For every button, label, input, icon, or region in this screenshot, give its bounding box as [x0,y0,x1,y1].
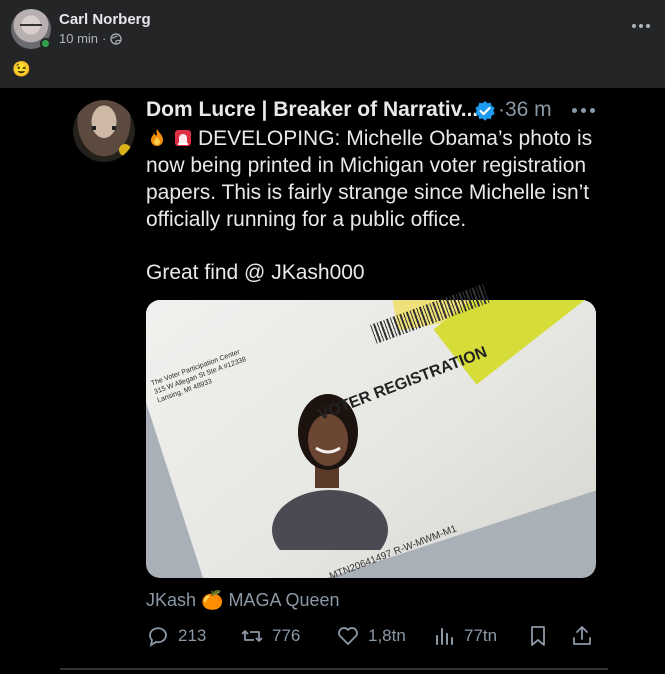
like-action: 1,8tn [336,624,406,648]
tweet-action-bar: 213 776 1,8tn 77tn [146,624,598,652]
tweet-line-3: papers. This is fairly strange since Mic… [146,181,590,204]
dot-icon [632,24,636,28]
repost-action: 776 [240,624,300,648]
tweet-byline: JKash 🍊 MAGA Queen [146,590,340,610]
views-action: 77tn [432,624,497,648]
online-status-dot [40,38,51,49]
meta-separator: · [102,31,107,46]
bookmark-icon [531,626,545,646]
tweet-time: ·36 m [498,98,552,121]
siren-emoji-icon [175,130,191,146]
post-meta: 10 min · [59,31,123,46]
post-header: Carl Norberg 10 min · 😉 [0,0,665,88]
views-chart-icon [436,628,453,645]
fire-emoji-icon [151,129,163,146]
tweet-line-1-text: DEVELOPING: Michelle Obama’s photo is [198,127,593,150]
post-time[interactable]: 10 min [59,31,98,46]
divider [60,668,608,670]
share-action [570,624,594,648]
tweet-line-4: officially running for a public office. [146,208,467,231]
share-icon [573,626,591,645]
dot-icon [646,24,650,28]
reply-count: 213 [178,626,207,645]
author-name[interactable]: Carl Norberg [59,11,151,28]
post-options-button[interactable] [627,14,655,38]
repost-icon [241,630,263,642]
like-count: 1,8tn [368,626,406,645]
tweet-text: DEVELOPING: Michelle Obama’s photo is no… [146,125,606,233]
verified-badge-icon [475,101,495,121]
post-caption: 😉 [12,61,31,78]
globe-icon[interactable] [110,32,123,45]
heart-icon [338,627,358,645]
tweet-line-2: now being printed in Michigan voter regi… [146,154,587,177]
bookmark-action [526,624,550,648]
tweet-more-icon [572,108,595,113]
tweet-line-1: DEVELOPING: Michelle Obama’s photo is [146,125,606,152]
tweet-author-name: Dom Lucre | Breaker of Narrativ... [146,98,479,121]
reply-icon [149,627,167,647]
repost-count: 776 [272,626,301,645]
reply-action: 213 [146,624,206,648]
tweet-author-avatar [73,100,135,162]
dot-icon [639,24,643,28]
views-count: 77tn [464,626,498,645]
tweet-credit-line: Great find @ JKash000 [146,261,365,284]
